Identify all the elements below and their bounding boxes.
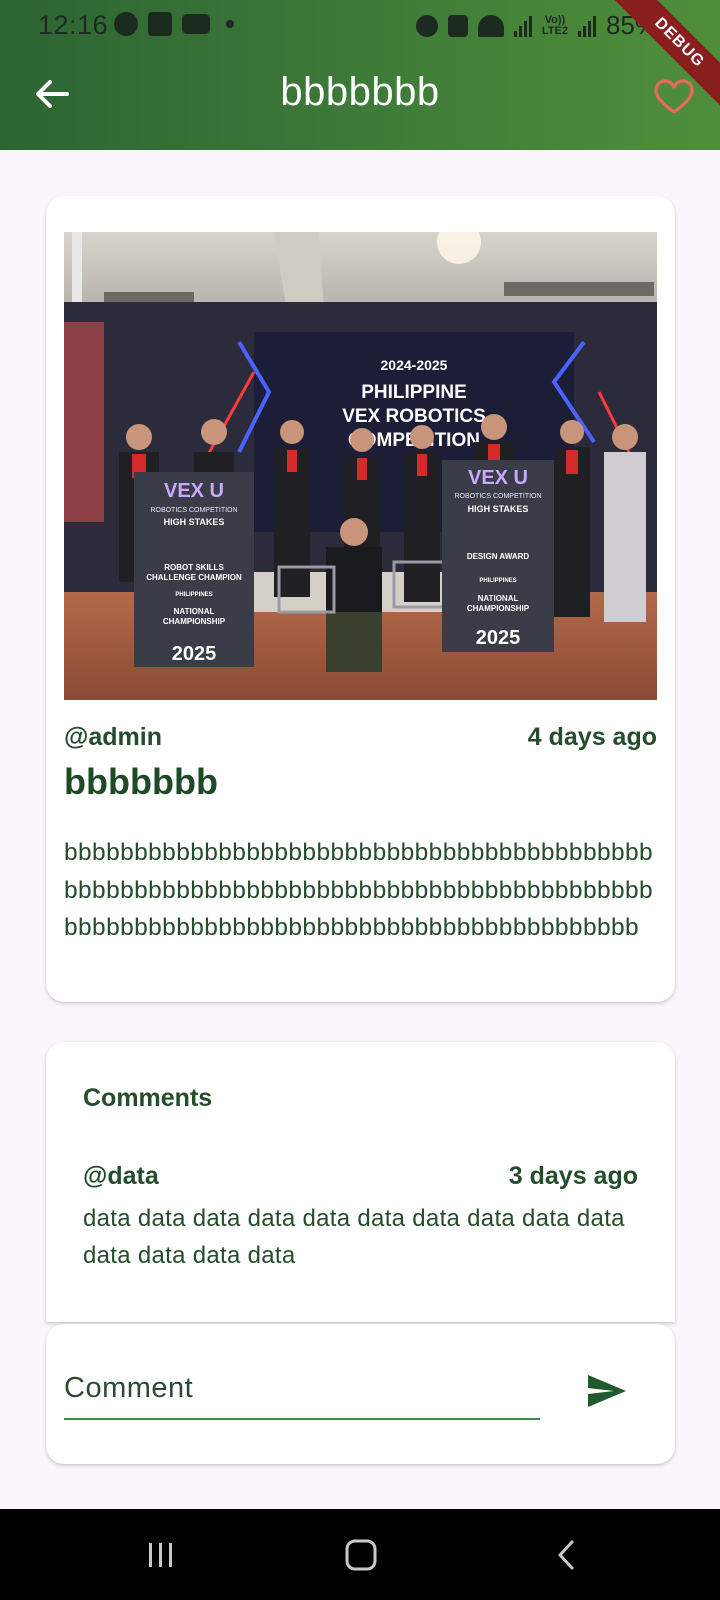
notification-icons bbox=[114, 12, 234, 36]
comment-author[interactable]: @data bbox=[83, 1162, 159, 1191]
system-nav-bar bbox=[0, 1509, 720, 1600]
comment-timestamp: 3 days ago bbox=[508, 1162, 638, 1190]
banner-left-event-2: CHAMPIONSHIP bbox=[163, 617, 226, 626]
comment-composer bbox=[46, 1324, 675, 1464]
post-title: bbbbbbb bbox=[64, 761, 218, 802]
comment-input[interactable] bbox=[64, 1358, 540, 1420]
status-time: 12:16 bbox=[38, 10, 109, 40]
more-notifications-icon bbox=[226, 20, 234, 28]
banner-right-event-2: CHAMPIONSHIP bbox=[467, 604, 530, 613]
banner-right-stakes: HIGH STAKES bbox=[468, 504, 529, 514]
nav-back-button[interactable] bbox=[542, 1533, 590, 1577]
photo-text-line-1: 2024-2025 bbox=[381, 357, 448, 373]
post-meta: @admin 4 days ago bbox=[64, 723, 657, 755]
back-chevron-icon bbox=[558, 1540, 574, 1570]
photo-text-line-3: VEX ROBOTICS bbox=[342, 406, 486, 427]
youtube-icon bbox=[182, 14, 210, 34]
recents-icon bbox=[149, 1543, 172, 1567]
status-bar: 12:16 Vo)) LTE2 85% bbox=[0, 0, 720, 52]
comment-text: data data data data data data data data … bbox=[83, 1205, 625, 1269]
post-body: bbbbbbbbbbbbbbbbbbbbbbbbbbbbbbbbbbbbbbbb… bbox=[64, 839, 654, 941]
signal-2-icon bbox=[577, 15, 596, 37]
comments-section: Comments @data 3 days ago data data data… bbox=[46, 1042, 675, 1322]
app-bar: 12:16 Vo)) LTE2 85% bbbbbbb DEBUG bbox=[0, 0, 720, 150]
volte-indicator: Vo)) LTE2 bbox=[541, 14, 568, 37]
post-image: 2024-2025 PHILIPPINE VEX ROBOTICS COMPET… bbox=[64, 232, 657, 700]
banner-left-subtitle: ROBOTICS COMPETITION bbox=[150, 507, 237, 514]
signal-icon bbox=[513, 15, 532, 37]
banner-right-event-1: NATIONAL bbox=[478, 594, 519, 603]
banner-left: VEX U ROBOTICS COMPETITION HIGH STAKES R… bbox=[134, 472, 254, 667]
volte-bottom-label: LTE2 bbox=[541, 24, 568, 37]
banner-left-stakes: HIGH STAKES bbox=[164, 517, 225, 527]
wifi-icon bbox=[477, 14, 504, 37]
home-button[interactable] bbox=[337, 1533, 385, 1577]
banner-right-country: PHILIPPINES bbox=[479, 578, 516, 584]
banner-right-brand: VEX U bbox=[468, 467, 528, 489]
recents-button[interactable] bbox=[137, 1533, 185, 1577]
banner-left-year: 2025 bbox=[172, 643, 217, 665]
favorite-button[interactable] bbox=[652, 75, 696, 119]
alarm-icon bbox=[415, 14, 438, 37]
gallery-icon bbox=[148, 12, 172, 36]
banner-left-award-2: CHALLENGE CHAMPION bbox=[146, 573, 242, 582]
page-title: bbbbbbb bbox=[280, 70, 440, 114]
heart-outline-icon bbox=[654, 79, 694, 114]
send-button[interactable] bbox=[582, 1368, 632, 1414]
home-icon bbox=[345, 1539, 377, 1571]
photo-text-line-2: PHILIPPINE bbox=[361, 382, 467, 403]
messenger-icon bbox=[114, 12, 138, 36]
banner-right-subtitle: ROBOTICS COMPETITION bbox=[454, 493, 541, 500]
system-status-icons: Vo)) LTE2 85% bbox=[415, 10, 658, 41]
banner-left-brand: VEX U bbox=[164, 480, 224, 502]
event-photo-illustration: 2024-2025 PHILIPPINE VEX ROBOTICS COMPET… bbox=[64, 232, 657, 700]
comments-heading: Comments bbox=[83, 1084, 213, 1112]
banner-left-event-1: NATIONAL bbox=[174, 607, 215, 616]
post-timestamp: 4 days ago bbox=[527, 723, 657, 751]
post-card: 2024-2025 PHILIPPINE VEX ROBOTICS COMPET… bbox=[46, 196, 675, 1002]
banner-right-award-1: DESIGN AWARD bbox=[467, 552, 530, 561]
banner-left-award-1: ROBOT SKILLS bbox=[164, 563, 224, 572]
mute-icon bbox=[447, 14, 468, 37]
send-icon bbox=[588, 1375, 626, 1407]
banner-left-country: PHILIPPINES bbox=[175, 592, 212, 598]
post-author[interactable]: @admin bbox=[64, 723, 162, 752]
banner-right: VEX U ROBOTICS COMPETITION HIGH STAKES D… bbox=[442, 460, 554, 652]
banner-right-year: 2025 bbox=[476, 627, 521, 649]
